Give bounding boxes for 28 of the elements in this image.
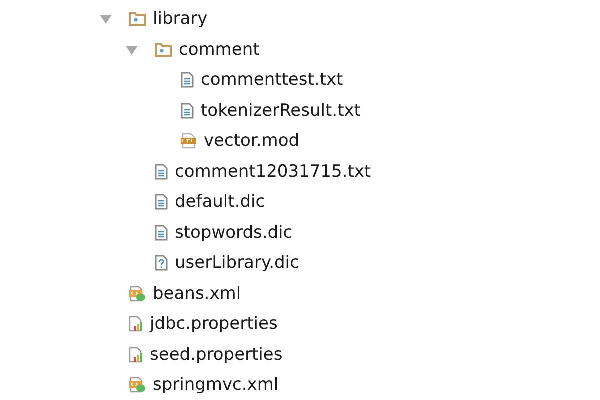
file-name[interactable]: commenttest.txt	[201, 70, 344, 90]
file-name[interactable]: stopwords.dic	[175, 222, 293, 243]
folder-icon	[129, 12, 146, 26]
properties-file-icon	[129, 346, 143, 363]
dtd-file-icon	[181, 133, 197, 150]
xml-file-icon	[129, 377, 146, 394]
properties-file-icon	[129, 316, 143, 332]
file-name[interactable]: seed.properties	[150, 344, 283, 365]
file-name[interactable]: tokenizerResult.txt	[201, 100, 361, 121]
folder-icon	[155, 42, 172, 57]
expand-arrow-icon[interactable]	[126, 44, 138, 55]
file-name[interactable]: userLibrary.dic	[175, 253, 300, 274]
folder-name[interactable]: library	[153, 9, 208, 30]
file-name[interactable]: beans.xml	[153, 284, 242, 304]
file-name[interactable]: jdbc.properties	[150, 314, 278, 334]
folder-name[interactable]: comment	[179, 40, 260, 60]
xml-file-icon	[129, 286, 146, 302]
text-file-icon	[181, 72, 194, 88]
text-file-icon	[155, 194, 168, 210]
file-name[interactable]: default.dic	[175, 192, 266, 212]
file-name[interactable]: vector.mod	[204, 131, 300, 152]
file-name[interactable]: springmvc.xml	[153, 375, 279, 396]
expand-arrow-icon[interactable]	[100, 14, 112, 24]
text-file-icon	[155, 224, 168, 241]
text-file-icon	[155, 164, 168, 180]
unknown-file-icon	[155, 255, 168, 272]
file-name[interactable]: comment12031715.txt	[175, 162, 372, 182]
text-file-icon	[181, 102, 194, 119]
